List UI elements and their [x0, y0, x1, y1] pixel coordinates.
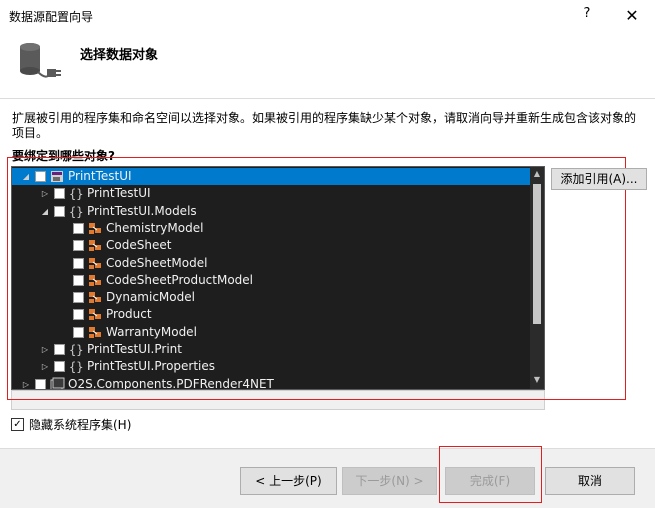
scroll-down-icon[interactable]: ▼ — [530, 373, 544, 387]
window-title: 数据源配置向导 — [9, 10, 94, 24]
tree-item[interactable]: Product — [12, 306, 530, 323]
expand-arrow-right-icon[interactable]: ▷ — [39, 185, 51, 202]
tree-item-label: CodeSheetModel — [106, 256, 208, 270]
class-icon — [87, 256, 103, 271]
expand-arrow-down-icon[interactable]: ◢ — [39, 203, 51, 220]
objects-question-label: 要绑定到哪些对象? — [12, 149, 115, 163]
tree-item-checkbox[interactable] — [54, 206, 65, 217]
tree-item-label: PrintTestUI.Print — [87, 342, 182, 356]
tree-item-checkbox[interactable] — [54, 361, 65, 372]
instructions-text: 扩展被引用的程序集和命名空间以选择对象。如果被引用的程序集缺少某个对象，请取消向… — [12, 111, 637, 140]
class-icon — [87, 325, 103, 340]
cancel-button[interactable]: 取消 — [545, 467, 635, 495]
hide-system-assemblies-checkbox[interactable]: ✓ — [11, 418, 24, 431]
next-button[interactable]: 下一步(N) > — [342, 467, 437, 495]
project-icon — [49, 169, 65, 184]
tree-item-label: O2S.Components.PDFRender4NET — [68, 377, 274, 390]
tree-item-label: PrintTestUI.Models — [87, 204, 197, 218]
tree-item[interactable]: ▷ {} PrintTestUI.Print — [12, 341, 530, 358]
tree-item-checkbox[interactable] — [35, 379, 46, 389]
tree-item[interactable]: ▷ O2S.Components.PDFRender4NET — [12, 376, 530, 390]
tree-items-container: ◢ PrintTestUI ▷ {} PrintTestUI ◢ {} PrintTestUI… — [12, 167, 530, 389]
tree-item[interactable]: CodeSheetProductModel — [12, 272, 530, 289]
tree-item-label: PrintTestUI — [87, 186, 151, 200]
svg-text:{}: {} — [69, 360, 83, 374]
tree-item-label: ChemistryModel — [106, 221, 204, 235]
page-heading: 选择数据对象 — [80, 48, 159, 63]
namespace-icon: {} — [68, 204, 84, 219]
tree-horizontal-scrollbar[interactable] — [11, 390, 545, 410]
scrollbar-thumb[interactable] — [533, 184, 541, 324]
wizard-header: 选择数据对象 — [0, 32, 655, 99]
finish-button[interactable]: 完成(F) — [445, 467, 535, 495]
tree-item-checkbox[interactable] — [73, 275, 84, 286]
tree-item[interactable]: CodeSheet — [12, 237, 530, 254]
class-icon — [87, 307, 103, 322]
help-button[interactable]: ? — [577, 6, 597, 26]
svg-text:{}: {} — [69, 187, 83, 201]
tree-item-label: PrintTestUI.Properties — [87, 359, 216, 373]
tree-item-checkbox[interactable] — [73, 292, 84, 303]
tree-item-label: DynamicModel — [106, 290, 195, 304]
scroll-up-icon[interactable]: ▲ — [530, 167, 544, 181]
tree-item-checkbox[interactable] — [54, 344, 65, 355]
namespace-icon: {} — [68, 359, 84, 374]
tree-item[interactable]: ▷ {} PrintTestUI.Properties — [12, 358, 530, 375]
tree-item[interactable]: ◢ {} PrintTestUI.Models — [12, 203, 530, 220]
class-icon — [87, 273, 103, 288]
tree-item[interactable]: ▷ {} PrintTestUI — [12, 185, 530, 202]
class-icon — [87, 238, 103, 253]
tree-item-label: CodeSheetProductModel — [106, 273, 254, 287]
class-icon — [87, 290, 103, 305]
class-icon — [87, 221, 103, 236]
previous-button[interactable]: < 上一步(P) — [240, 467, 337, 495]
tree-item-label: Product — [106, 307, 152, 321]
tree-item[interactable]: ChemistryModel — [12, 220, 530, 237]
expand-arrow-right-icon[interactable]: ▷ — [20, 376, 32, 389]
database-connector-icon — [20, 43, 61, 78]
tree-item[interactable]: ◢ PrintTestUI — [12, 168, 530, 185]
assembly-icon — [49, 377, 65, 389]
tree-item-label: PrintTestUI — [68, 169, 132, 183]
tree-vertical-scrollbar[interactable]: ▲ ▼ — [530, 167, 544, 389]
expand-arrow-right-icon[interactable]: ▷ — [39, 341, 51, 358]
close-button[interactable]: ✕ — [620, 4, 644, 28]
svg-text:{}: {} — [69, 343, 83, 357]
tree-item-checkbox[interactable] — [35, 171, 46, 182]
object-tree[interactable]: ◢ PrintTestUI ▷ {} PrintTestUI ◢ {} PrintTestUI… — [11, 166, 545, 390]
tree-item[interactable]: DynamicModel — [12, 289, 530, 306]
tree-item[interactable]: WarrantyModel — [12, 324, 530, 341]
tree-item-checkbox[interactable] — [73, 309, 84, 320]
namespace-icon: {} — [68, 342, 84, 357]
tree-item-checkbox[interactable] — [54, 188, 65, 199]
namespace-icon: {} — [68, 186, 84, 201]
tree-item-label: WarrantyModel — [106, 325, 197, 339]
tree-item-checkbox[interactable] — [73, 240, 84, 251]
tree-item-label: CodeSheet — [106, 238, 172, 252]
hide-system-assemblies-label: 隐藏系统程序集(H) — [29, 418, 132, 432]
expand-arrow-down-icon[interactable]: ◢ — [20, 168, 32, 185]
add-reference-button[interactable]: 添加引用(A)... — [551, 168, 647, 190]
tree-item[interactable]: CodeSheetModel — [12, 255, 530, 272]
tree-item-checkbox[interactable] — [73, 223, 84, 234]
tree-item-checkbox[interactable] — [73, 327, 84, 338]
title-bar: 数据源配置向导 ? ✕ — [0, 0, 655, 32]
svg-text:{}: {} — [69, 205, 83, 219]
tree-item-checkbox[interactable] — [73, 258, 84, 269]
expand-arrow-right-icon[interactable]: ▷ — [39, 358, 51, 375]
